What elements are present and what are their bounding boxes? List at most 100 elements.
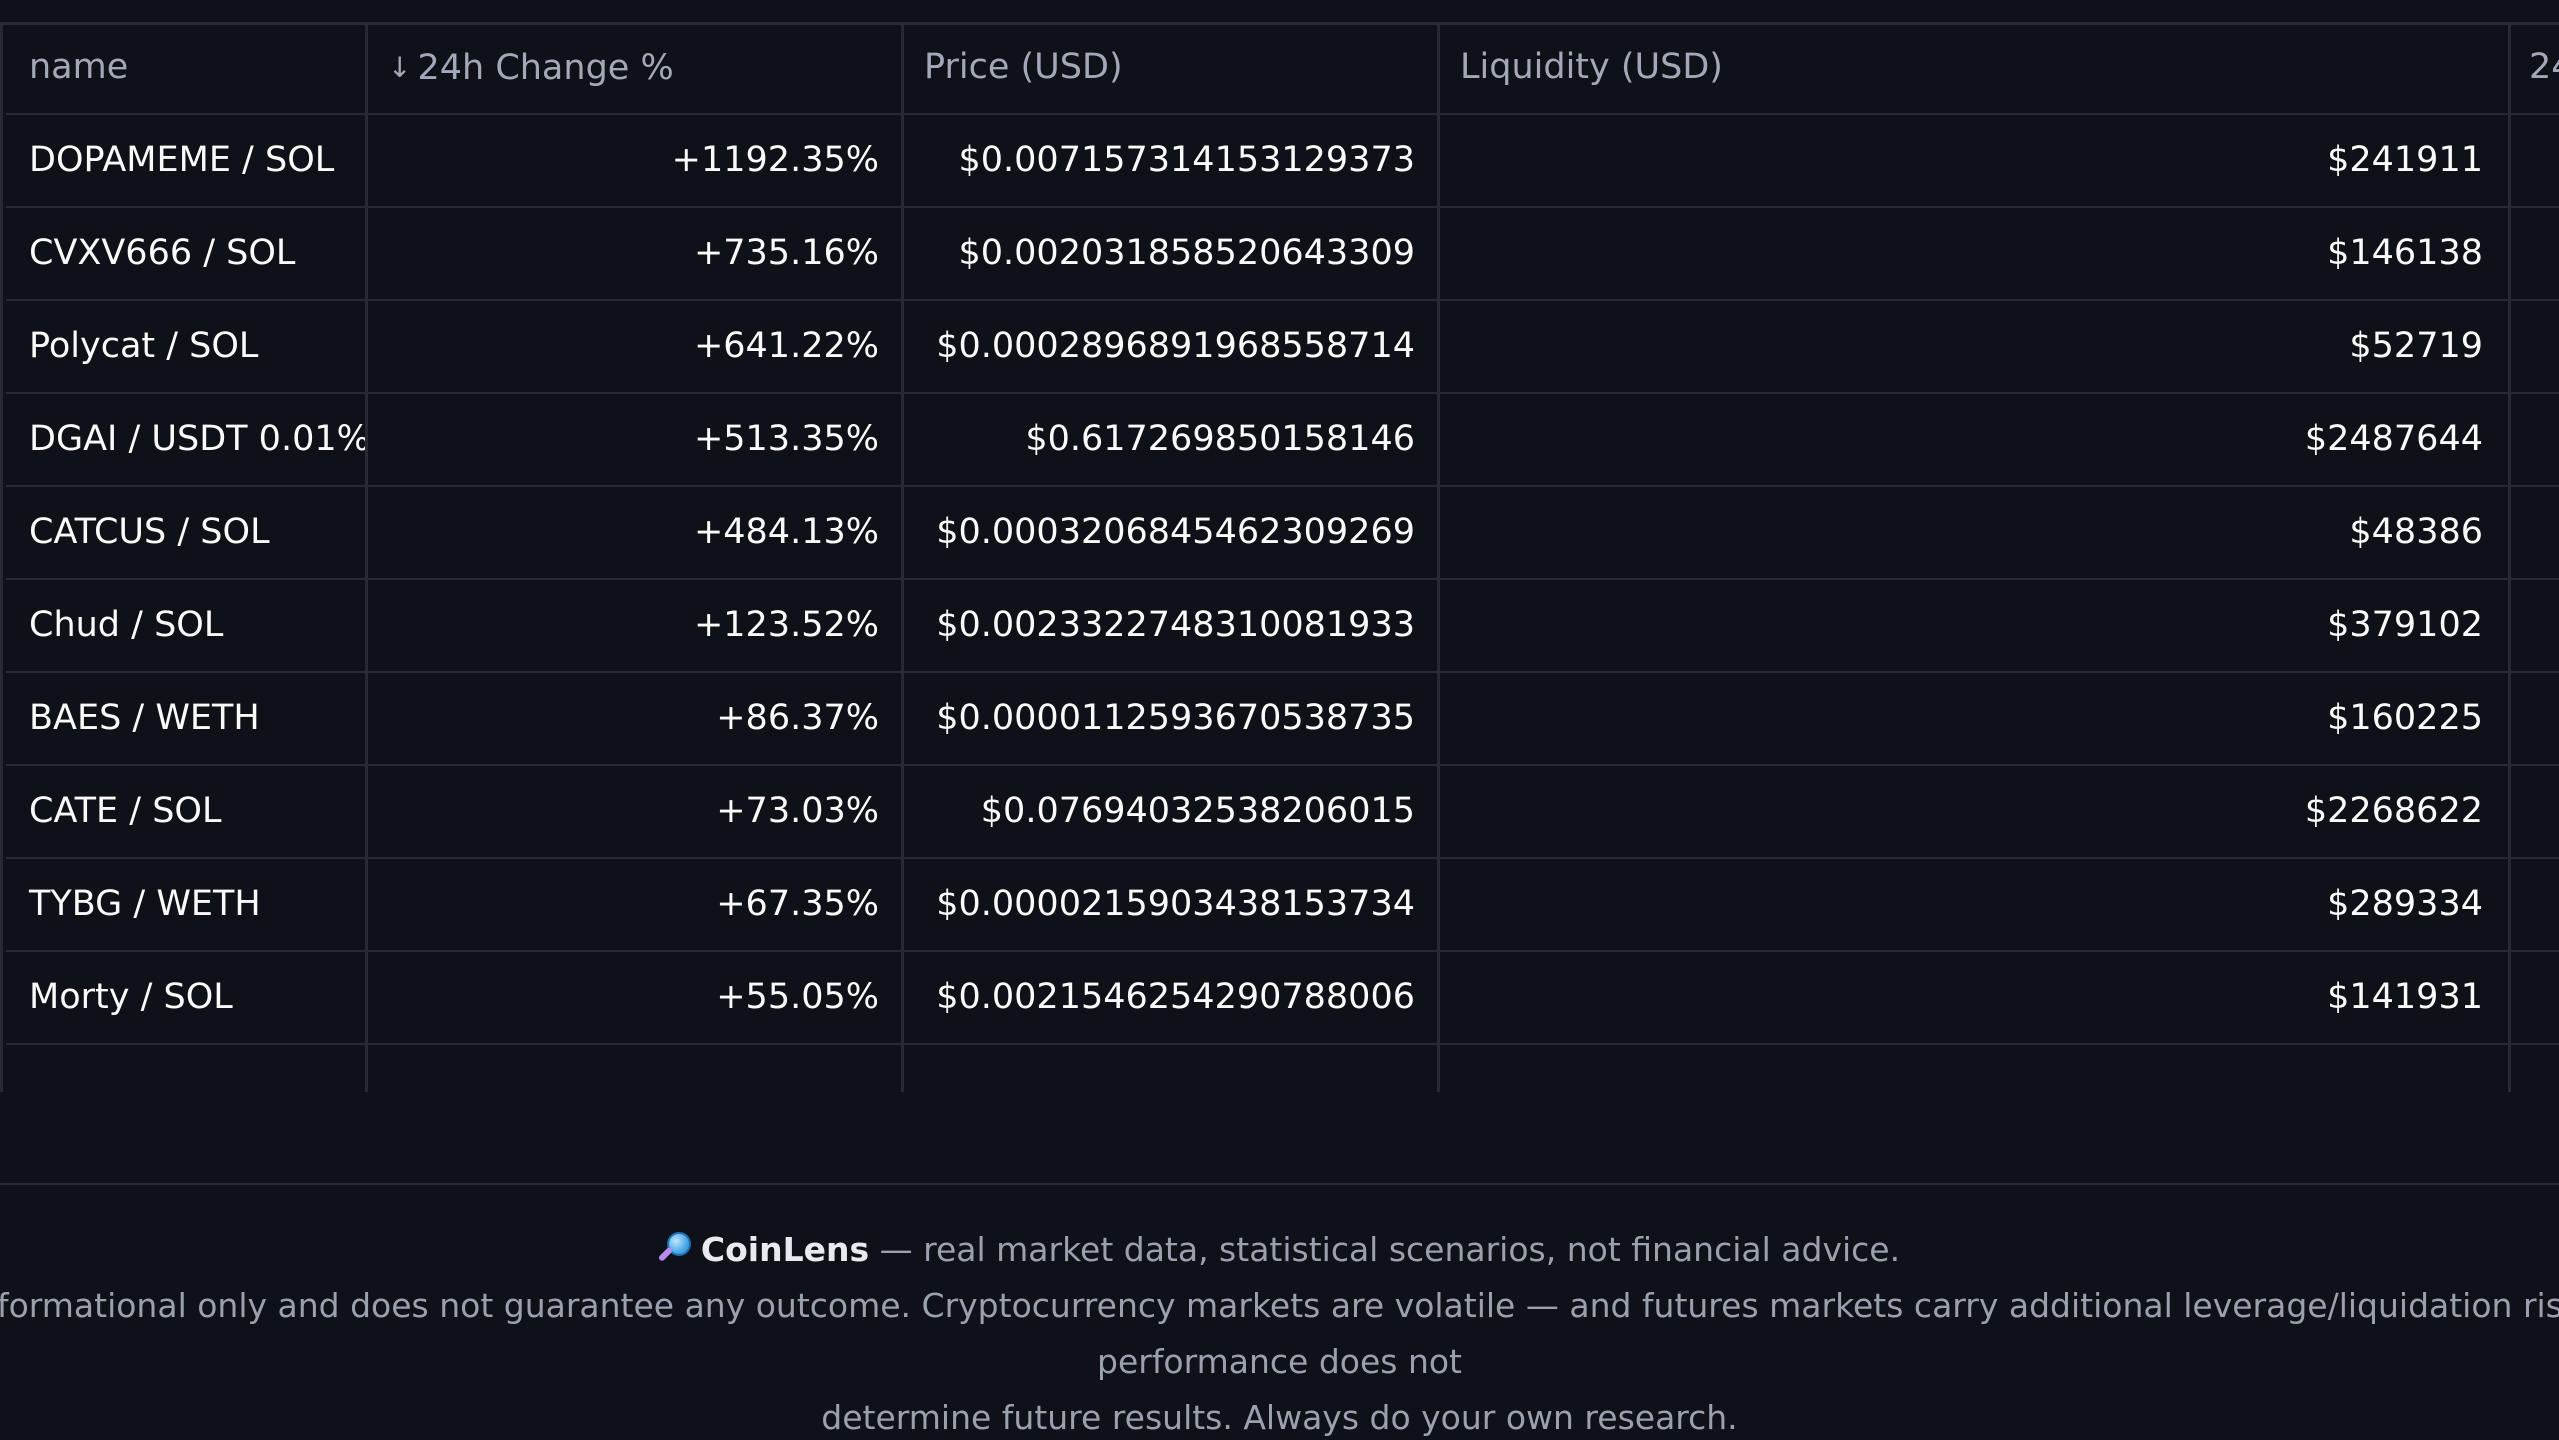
column-header-name-label: name [29, 47, 129, 87]
cell-price-text: $0.002031858520643309 [958, 233, 1416, 273]
cell-partial [2511, 208, 2559, 299]
cell-price-text: $0.07694032538206015 [980, 791, 1415, 831]
cell-name-text: DGAI / USDT 0.01% [29, 419, 368, 459]
footer-brand-line: CoinLens — real market data, statistical… [0, 1222, 2559, 1278]
cell-liquidity: $48386 [1440, 487, 2511, 578]
column-header-name[interactable]: name [6, 22, 368, 113]
cell-liquidity-text: $2487644 [2304, 419, 2483, 459]
cell-liquidity: $141931 [1440, 952, 2511, 1043]
table-row[interactable]: CATCUS / SOL +484.13% $0.00032068454623092… [6, 487, 2559, 580]
cell-liquidity-text: $48386 [2349, 512, 2483, 552]
cell-name: Morty / SOL [6, 952, 368, 1043]
footer-brand: CoinLens [700, 1230, 870, 1269]
cell-price-text: $0.0003206845462309269 [936, 512, 1415, 552]
table-row[interactable]: BAES / WETH +86.37% $0.0000112593670538735… [6, 673, 2559, 766]
cell-partial [2511, 673, 2559, 764]
cell-name-text: Morty / SOL [29, 977, 233, 1017]
table-row[interactable]: CVXV666 / SOL +735.16% $0.0020318585206433… [6, 208, 2559, 301]
cell-price-text: $0.617269850158146 [1025, 419, 1415, 459]
table-row[interactable]: Chud / SOL +123.52% $0.0023322748310081933… [6, 580, 2559, 673]
table-row[interactable]: DOPAMEME / SOL +1192.35% $0.00715731415312… [6, 115, 2559, 208]
cell-price [904, 1045, 1440, 1092]
cell-liquidity: $52719 [1440, 301, 2511, 392]
cell-change [368, 1045, 904, 1092]
cell-name: Polycat / SOL [6, 301, 368, 392]
cell-change: +513.35% [368, 394, 904, 485]
table-row[interactable]: DGAI / USDT 0.01% +513.35% $0.617269850158… [6, 394, 2559, 487]
cell-price: $0.617269850158146 [904, 394, 1440, 485]
cell-change: +123.52% [368, 580, 904, 671]
column-header-change[interactable]: ↓ 24h Change % [368, 22, 904, 113]
cell-change: +484.13% [368, 487, 904, 578]
cell-price: $0.007157314153129373 [904, 115, 1440, 206]
footer-disclaimer-line-2: determine future results. Always do your… [821, 1398, 1738, 1437]
column-header-liquidity[interactable]: Liquidity (USD) [1440, 22, 2511, 113]
footer-disclaimer-line-1: This tool is informational only and does… [0, 1286, 2559, 1381]
cell-partial [2511, 1045, 2559, 1092]
arrow-down-icon: ↓ [388, 51, 412, 84]
cell-price-text: $0.007157314153129373 [958, 140, 1416, 180]
cell-name: TYBG / WETH [6, 859, 368, 950]
column-header-partial[interactable]: 24 [2511, 22, 2559, 113]
cell-price-text: $0.0021546254290788006 [936, 977, 1415, 1017]
cell-change-text: +86.37% [716, 698, 879, 738]
cell-liquidity: $289334 [1440, 859, 2511, 950]
cell-change-text: +513.35% [693, 419, 879, 459]
table-row[interactable]: Morty / SOL +55.05% $0.0021546254290788006… [6, 952, 2559, 1045]
cell-change-text: +67.35% [716, 884, 879, 924]
cell-price: $0.0023322748310081933 [904, 580, 1440, 671]
cell-change: +86.37% [368, 673, 904, 764]
cell-price: $0.07694032538206015 [904, 766, 1440, 857]
cell-liquidity-text: $289334 [2327, 884, 2483, 924]
column-header-partial-label: 24 [2529, 47, 2559, 87]
cell-name: CATCUS / SOL [6, 487, 368, 578]
cell-price-text: $0.0002896891968558714 [936, 326, 1415, 366]
table-row-partial[interactable] [6, 1045, 2559, 1092]
cell-partial [2511, 766, 2559, 857]
cell-price-text: $0.0023322748310081933 [936, 605, 1415, 645]
cell-partial [2511, 859, 2559, 950]
cell-partial [2511, 115, 2559, 206]
cell-change: +735.16% [368, 208, 904, 299]
cell-name-text: BAES / WETH [29, 698, 260, 738]
cell-name: BAES / WETH [6, 673, 368, 764]
cell-liquidity-text: $241911 [2327, 140, 2483, 180]
cell-change: +73.03% [368, 766, 904, 857]
table-row[interactable]: TYBG / WETH +67.35% $0.0000215903438153734… [6, 859, 2559, 952]
cell-liquidity-text: $52719 [2349, 326, 2483, 366]
cell-liquidity: $241911 [1440, 115, 2511, 206]
magnifier-icon [657, 1231, 693, 1265]
cell-change-text: +735.16% [693, 233, 879, 273]
cell-partial [2511, 580, 2559, 671]
cell-liquidity-text: $141931 [2327, 977, 2483, 1017]
cell-change-text: +123.52% [693, 605, 879, 645]
cell-liquidity-text: $379102 [2327, 605, 2483, 645]
cell-price: $0.0000215903438153734 [904, 859, 1440, 950]
cell-partial [2511, 487, 2559, 578]
table-row[interactable]: CATE / SOL +73.03% $0.07694032538206015 $22… [6, 766, 2559, 859]
footer-tagline: — real market data, statistical scenario… [869, 1230, 1901, 1269]
cell-name-text: CATE / SOL [29, 791, 222, 831]
column-header-price-label: Price (USD) [924, 47, 1123, 87]
cell-change: +1192.35% [368, 115, 904, 206]
cell-partial [2511, 301, 2559, 392]
data-table[interactable]: name ↓ 24h Change % Price (USD) Liquidity… [0, 22, 2559, 1092]
cell-name-text: CVXV666 / SOL [29, 233, 296, 273]
cell-name-text: DOPAMEME / SOL [29, 140, 335, 180]
column-header-change-label: 24h Change % [417, 48, 674, 88]
table-row[interactable]: Polycat / SOL +641.22% $0.0002896891968558… [6, 301, 2559, 394]
cell-change-text: +641.22% [693, 326, 879, 366]
footer: CoinLens — real market data, statistical… [0, 1222, 2559, 1440]
cell-liquidity: $2487644 [1440, 394, 2511, 485]
cell-price-text: $0.0000215903438153734 [936, 884, 1415, 924]
table-header-row: name ↓ 24h Change % Price (USD) Liquidity… [6, 22, 2559, 115]
cell-partial [2511, 952, 2559, 1043]
cell-change: +55.05% [368, 952, 904, 1043]
column-header-price[interactable]: Price (USD) [904, 22, 1440, 113]
cell-name-text: Polycat / SOL [29, 326, 259, 366]
cell-liquidity-text: $146138 [2327, 233, 2483, 273]
cell-liquidity: $379102 [1440, 580, 2511, 671]
cell-name-text: CATCUS / SOL [29, 512, 270, 552]
cell-liquidity-text: $160225 [2327, 698, 2483, 738]
cell-price: $0.0000112593670538735 [904, 673, 1440, 764]
